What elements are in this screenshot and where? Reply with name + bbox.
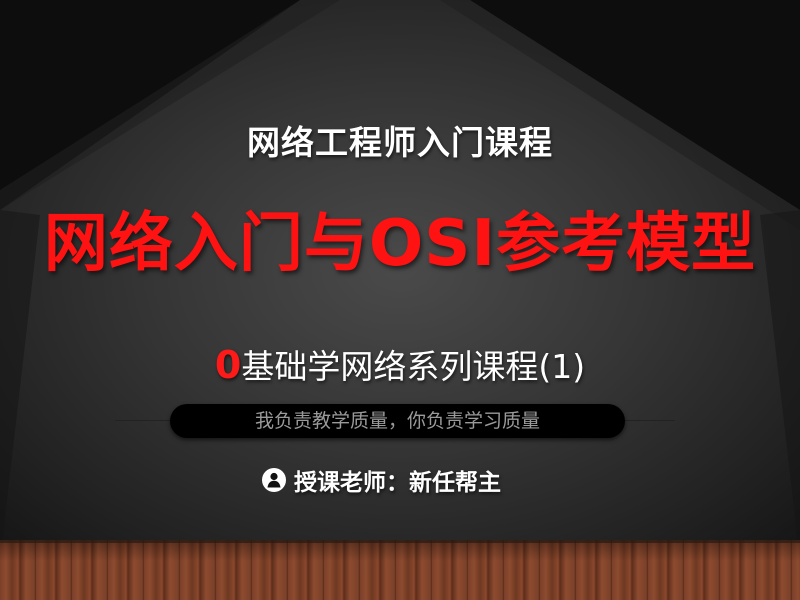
course-subtitle: 网络工程师入门课程 — [247, 123, 553, 162]
floor-edge — [0, 540, 800, 543]
person-icon — [262, 468, 286, 492]
spotlight-rays — [0, 0, 800, 560]
series-text: 基础学网络系列课程(1) — [241, 347, 586, 386]
teacher-name: 授课老师：新任帮主 — [294, 470, 501, 496]
slogan-text: 我负责教学质量，你负责学习质量 — [254, 410, 540, 432]
main-title: 网络入门与OSI参考模型 — [43, 207, 757, 281]
slide-canvas: 网络工程师入门课程 网络入门与OSI参考模型 0基础学网络系列课程(1) 我负责… — [0, 0, 800, 600]
teacher-line: 授课老师：新任帮主 — [262, 460, 501, 500]
series-heading: 0基础学网络系列课程(1) — [0, 340, 800, 388]
wood-floor — [0, 540, 800, 600]
series-number: 0 — [214, 343, 242, 387]
